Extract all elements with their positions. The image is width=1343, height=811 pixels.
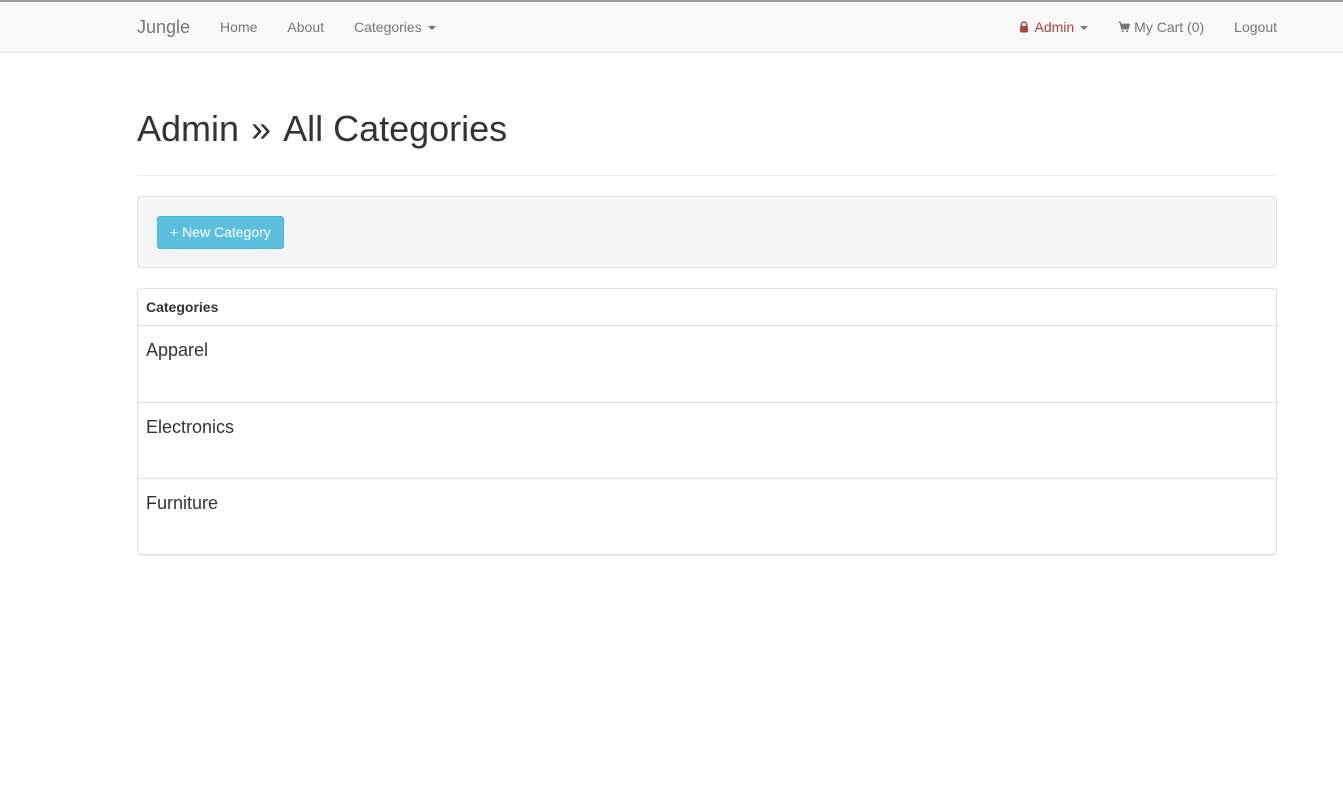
table-row: Apparel — [146, 340, 209, 360]
nav-logout-link[interactable]: Logout — [1234, 2, 1277, 52]
navbar-right-links: Admin My Cart (0) Logout — [988, 2, 1277, 52]
nav-categories-dropdown[interactable]: Categories — [354, 2, 436, 52]
lock-icon — [1018, 21, 1030, 33]
page-title-admin: Admin — [137, 108, 240, 149]
nav-about-link[interactable]: About — [287, 2, 324, 52]
actions-well: + New Category — [137, 196, 1277, 268]
nav-admin-dropdown[interactable]: Admin — [1018, 2, 1089, 52]
categories-table: Categories Apparel Electronics Furniture — [137, 288, 1277, 555]
table-row: Electronics — [138, 402, 1276, 478]
table-row: Furniture — [138, 478, 1276, 554]
breadcrumb-separator: » — [251, 108, 272, 149]
navbar-left-links: Home About Categories — [220, 2, 466, 52]
nav-cart-label: My Cart (0) — [1134, 19, 1205, 35]
main-container: Admin » All Categories + New Category Ca… — [137, 53, 1277, 555]
page-header: Admin » All Categories — [137, 107, 1277, 176]
nav-admin-label: Admin — [1034, 19, 1075, 35]
nav-home-link[interactable]: Home — [220, 2, 257, 52]
table-body: Apparel Electronics Furniture — [138, 326, 1276, 554]
top-navbar: Jungle Home About Categories Admin My Ca… — [0, 2, 1343, 53]
nav-cart-link[interactable]: My Cart (0) — [1118, 2, 1204, 52]
chevron-down-icon — [427, 26, 436, 30]
nav-categories-label: Categories — [354, 19, 422, 35]
shopping-cart-icon — [1118, 21, 1131, 33]
new-category-button[interactable]: + New Category — [157, 216, 284, 249]
chevron-down-icon — [1080, 26, 1089, 30]
page-title: All Categories — [283, 108, 508, 149]
navbar-inner: Jungle Home About Categories Admin My Ca… — [137, 2, 1277, 52]
brand-link[interactable]: Jungle — [137, 2, 190, 52]
table-header: Categories — [138, 289, 1276, 326]
